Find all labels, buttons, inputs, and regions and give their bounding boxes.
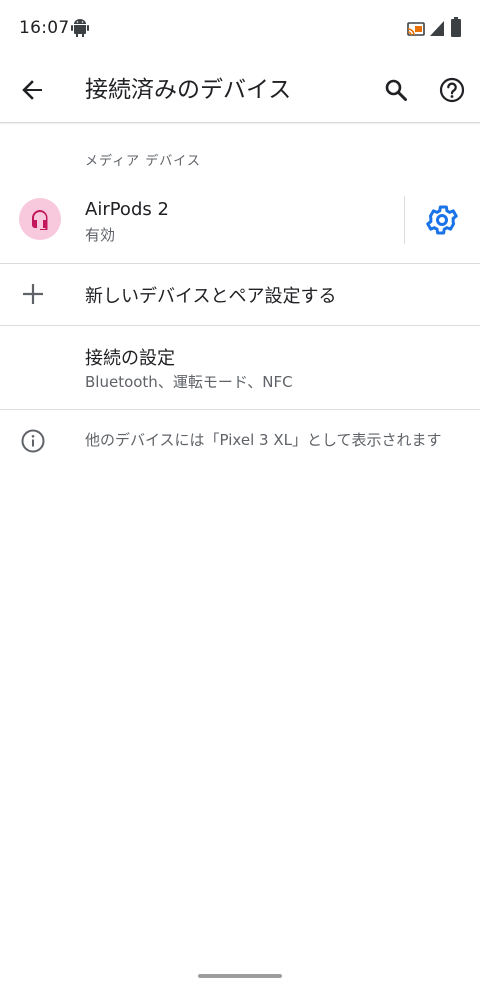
connection-preferences-item[interactable]: 接続の設定 Bluetooth、運転モード、NFC — [0, 326, 480, 408]
info-icon — [21, 429, 45, 453]
connection-preferences-title: 接続の設定 — [85, 348, 175, 369]
device-divider — [404, 196, 405, 244]
device-name: AirPods 2 — [85, 199, 169, 220]
device-avatar — [19, 198, 61, 240]
plus-icon — [23, 284, 43, 304]
device-status: 有効 — [85, 226, 116, 244]
help-icon[interactable] — [434, 72, 470, 108]
device-visibility-info: 他のデバイスには「Pixel 3 XL」として表示されます — [0, 410, 480, 490]
android-icon — [71, 19, 89, 37]
gear-icon[interactable] — [424, 202, 460, 238]
status-time: 16:07 — [19, 18, 70, 38]
app-bar: 接続済みのデバイス — [0, 58, 480, 123]
cast-icon — [407, 22, 425, 36]
media-devices-header: メディア デバイス — [85, 154, 201, 169]
connection-preferences-subtitle: Bluetooth、運転モード、NFC — [85, 373, 293, 391]
pair-new-device-label: 新しいデバイスとペア設定する — [85, 286, 337, 307]
battery-icon — [451, 17, 461, 37]
device-row-airpods[interactable]: AirPods 2 有効 — [0, 180, 480, 262]
pair-new-device-item[interactable]: 新しいデバイスとペア設定する — [0, 264, 480, 324]
page-title: 接続済みのデバイス — [85, 77, 292, 103]
info-text: 他のデバイスには「Pixel 3 XL」として表示されます — [85, 431, 442, 449]
gesture-nav-bar[interactable] — [198, 974, 282, 978]
status-bar: 16:07 — [0, 0, 480, 58]
signal-icon — [430, 21, 444, 36]
back-arrow-icon[interactable] — [14, 72, 50, 108]
headset-icon — [32, 210, 48, 230]
search-icon[interactable] — [378, 72, 414, 108]
